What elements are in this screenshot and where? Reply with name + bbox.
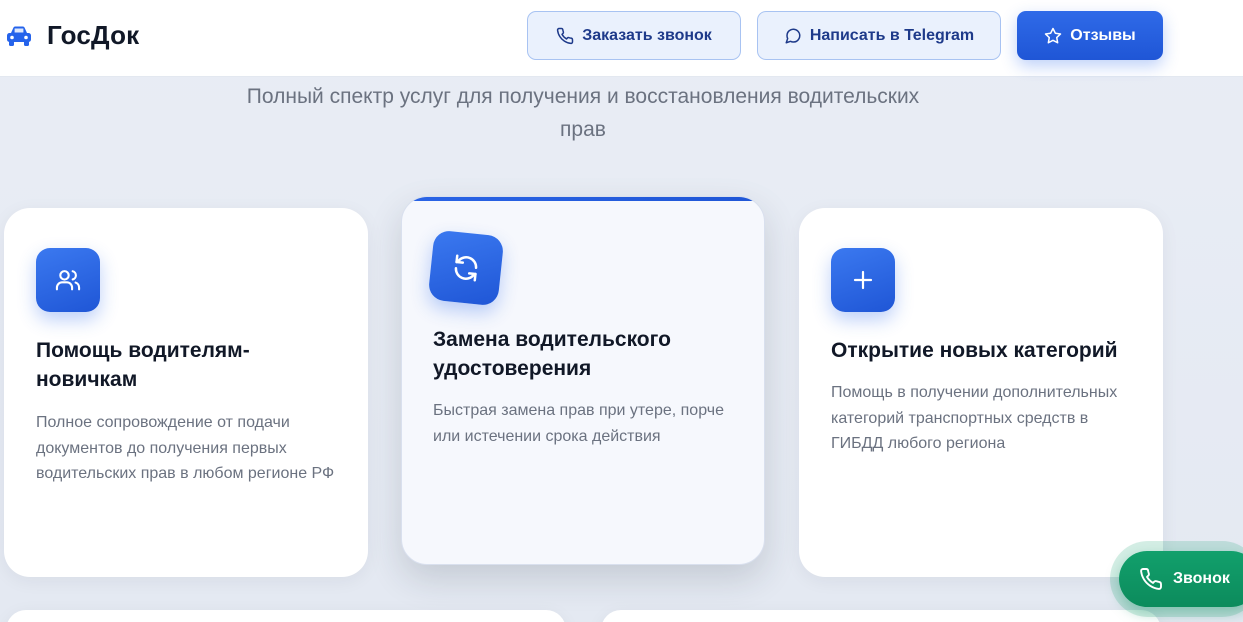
reviews-button[interactable]: Отзывы bbox=[1017, 11, 1163, 60]
order-call-label: Заказать звонок bbox=[582, 26, 712, 44]
telegram-label: Написать в Telegram bbox=[809, 26, 975, 44]
service-card-new-categories[interactable]: Открытие новых категорий Помощь в получе… bbox=[799, 208, 1163, 577]
floating-call-button[interactable]: Звонок bbox=[1119, 551, 1243, 607]
refresh-icon bbox=[427, 229, 505, 307]
card-title: Открытие новых категорий bbox=[831, 339, 1118, 362]
section-subtitle: Полный спектр услуг для получения и восс… bbox=[246, 85, 920, 141]
service-card-newcomers[interactable]: Помощь водителям-новичкам Полное сопрово… bbox=[4, 208, 368, 577]
service-card-partial[interactable] bbox=[601, 610, 1161, 622]
order-call-button[interactable]: Заказать звонок bbox=[527, 11, 741, 60]
card-title: Замена водительского удостоверения bbox=[433, 328, 671, 380]
service-card-partial[interactable] bbox=[6, 610, 566, 622]
card-description: Быстрая замена прав при утере, порче или… bbox=[433, 402, 724, 445]
brand-name: ГосДок bbox=[47, 20, 140, 50]
message-circle-icon bbox=[784, 27, 802, 45]
users-icon bbox=[36, 248, 100, 312]
floating-call-label: Звонок bbox=[1173, 570, 1230, 587]
reviews-label: Отзывы bbox=[1070, 26, 1136, 44]
phone-icon bbox=[1139, 567, 1163, 591]
car-icon bbox=[6, 23, 32, 49]
phone-icon bbox=[556, 27, 574, 45]
card-title: Помощь водителям-новичкам bbox=[36, 339, 250, 391]
telegram-button[interactable]: Написать в Telegram bbox=[757, 11, 1001, 60]
card-description: Полное сопровождение от подачи документо… bbox=[36, 414, 335, 482]
plus-icon bbox=[831, 248, 895, 312]
service-card-license-replacement[interactable]: Замена водительского удостоверения Быстр… bbox=[401, 196, 765, 565]
site-header: ГосДок Заказать звонок Написать в Telegr… bbox=[0, 0, 1243, 77]
star-icon bbox=[1044, 27, 1062, 45]
logo[interactable]: ГосДок bbox=[6, 20, 139, 51]
card-description: Помощь в получении дополнительных катего… bbox=[831, 384, 1118, 452]
